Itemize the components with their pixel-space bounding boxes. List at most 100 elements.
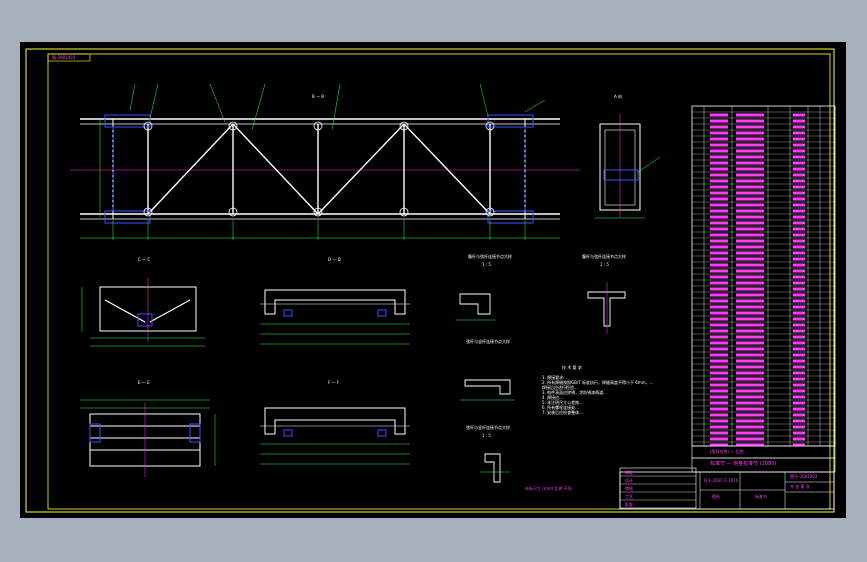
table-cell-mark: [793, 437, 805, 441]
table-cell-mark: [710, 281, 728, 285]
section-d-view: [260, 289, 410, 345]
table-cell-mark: [736, 317, 764, 321]
table-cell-mark: [793, 281, 805, 285]
table-footer-mid: (图样名称) 一 比例: [710, 449, 744, 454]
table-cell-mark: [736, 131, 764, 135]
table-cell-mark: [736, 275, 764, 279]
table-cell-mark: [710, 401, 728, 405]
table-cell-mark: [710, 113, 728, 117]
detail-3-shape: [464, 379, 511, 395]
table-cell-mark: [710, 233, 728, 237]
table-cell-mark: [736, 203, 764, 207]
table-cell-mark: [793, 425, 805, 429]
table-cell-mark: [710, 137, 728, 141]
table-cell-mark: [793, 179, 805, 183]
leader-line: [331, 83, 341, 131]
table-cell-mark: [736, 413, 764, 417]
revision-row-label: 设计: [625, 478, 633, 483]
section-e-plate: [89, 423, 101, 443]
section-f-mark: F — F: [328, 380, 340, 385]
section-e-mark: E — E: [138, 380, 150, 385]
table-cell-mark: [736, 191, 764, 195]
drawing-canvas[interactable]: 图-2081003 B — B A 向 C — C D — D E — E F …: [20, 42, 846, 518]
table-cell-mark: [736, 221, 764, 225]
table-cell-mark: [710, 131, 728, 135]
table-cell-mark: [793, 359, 805, 363]
table-cell-mark: [793, 341, 805, 345]
table-cell-mark: [736, 365, 764, 369]
table-cell-mark: [710, 299, 728, 303]
table-cell-mark: [736, 179, 764, 183]
table-cell-mark: [736, 389, 764, 393]
table-cell-mark: [736, 371, 764, 375]
detail-3: [460, 379, 515, 401]
table-cell-mark: [710, 125, 728, 129]
table-cell-mark: [736, 125, 764, 129]
side-view-a: [595, 114, 661, 219]
notes-list: 1. 焊接要求... 2. 所有焊缝按照GB/T 标准执行，焊缝高度不得小于 6…: [542, 375, 672, 415]
table-cell-mark: [736, 347, 764, 351]
table-cell-mark: [736, 245, 764, 249]
table-cell-mark: [710, 347, 728, 351]
parts-table: [691, 105, 836, 473]
detail-4-shape: [484, 453, 501, 483]
detail-2-title: 腹杆与弦杆连接节点大样: [582, 254, 626, 259]
table-cell-mark: [710, 341, 728, 345]
notes-title: 技 术 要 求: [562, 365, 582, 370]
table-cell-mark: [736, 329, 764, 333]
detail-4-title: 弦杆与竖杆连接节点大样: [466, 425, 510, 430]
main-view-mark: B — B: [312, 94, 325, 99]
table-cell-mark: [793, 257, 805, 261]
section-c-mark: C — C: [138, 257, 151, 262]
table-cell-mark: [736, 287, 764, 291]
table-cell-mark: [793, 155, 805, 159]
table-cell-mark: [710, 155, 728, 159]
table-cell-mark: [793, 329, 805, 333]
table-cell-mark: [736, 293, 764, 297]
table-cell-mark: [736, 155, 764, 159]
table-cell-mark: [736, 257, 764, 261]
table-cell-mark: [736, 233, 764, 237]
table-cell-mark: [710, 371, 728, 375]
table-cell-mark: [793, 371, 805, 375]
table-cell-mark: [710, 311, 728, 315]
table-cell-mark: [710, 161, 728, 165]
table-title-row-text: 标准节 — 塔身标准节 (2080): [710, 461, 777, 467]
table-cell-mark: [710, 215, 728, 219]
table-cell-mark: [793, 251, 805, 255]
leader-line: [479, 83, 489, 117]
truss-main-view: [70, 83, 580, 240]
section-e-plate: [189, 423, 201, 443]
table-cell-mark: [793, 191, 805, 195]
table-cell-mark: [710, 407, 728, 411]
table-cell-mark: [710, 179, 728, 183]
detail-2-scale: 1 : 5: [600, 262, 609, 267]
table-cell-mark: [710, 257, 728, 261]
table-cell-mark: [710, 413, 728, 417]
table-cell-mark: [710, 245, 728, 249]
section-d-plate: [377, 309, 387, 317]
table-cell-mark: [710, 437, 728, 441]
table-cell-mark: [736, 263, 764, 267]
table-cell-mark: [736, 359, 764, 363]
table-cell-mark: [736, 185, 764, 189]
drawing-name: 标准节: [755, 494, 767, 499]
revision-title: 审批: [625, 470, 633, 475]
detail-3-title: 弦杆与竖杆连接节点大样: [466, 339, 510, 344]
table-cell-mark: [710, 389, 728, 393]
table-cell-mark: [736, 305, 764, 309]
diagonal-2: [232, 123, 319, 215]
table-cell-mark: [793, 113, 805, 117]
table-cell-mark: [736, 437, 764, 441]
table-cell-mark: [793, 317, 805, 321]
table-cell-mark: [736, 335, 764, 339]
table-cell-mark: [710, 377, 728, 381]
table-cell-mark: [736, 419, 764, 423]
cad-drawing: [25, 48, 836, 513]
table-cell-mark: [736, 383, 764, 387]
left-top-plate: [104, 114, 151, 128]
table-cell-mark: [710, 251, 728, 255]
table-cell-mark: [736, 149, 764, 153]
section-d-plate: [283, 309, 293, 317]
table-cell-mark: [793, 245, 805, 249]
